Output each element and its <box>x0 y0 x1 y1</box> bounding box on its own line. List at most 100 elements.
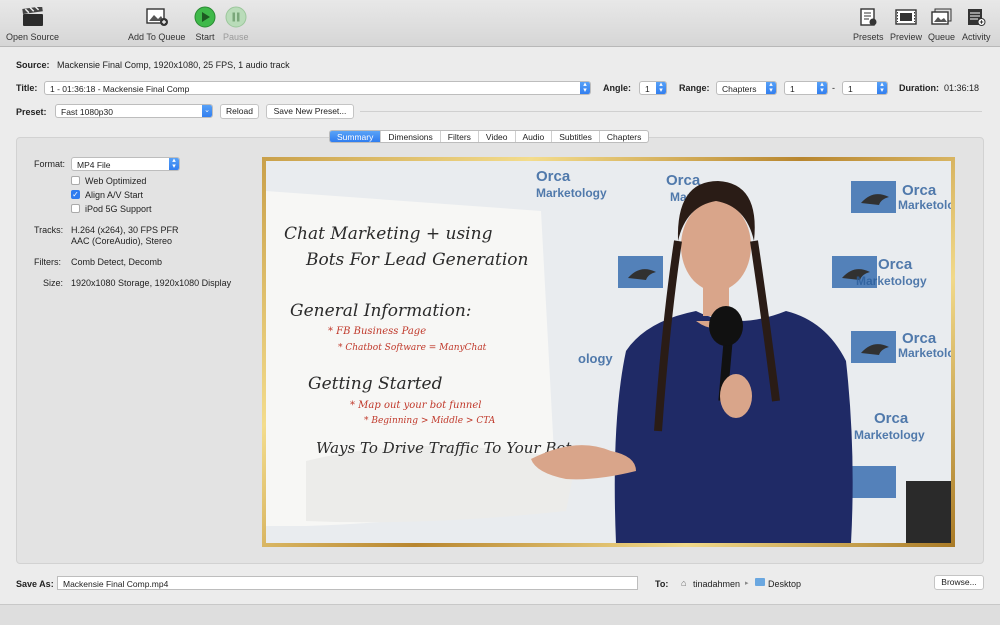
add-photo-icon <box>145 6 169 28</box>
preset-label: Preset: <box>16 107 47 117</box>
chevron-updown-icon: ▴ ▾ <box>877 82 887 94</box>
size-value: 1920x1080 Storage, 1920x1080 Display <box>71 278 232 288</box>
format-select-value: MP4 File <box>77 160 111 170</box>
save-as-value: Mackensie Final Comp.mp4 <box>63 579 169 589</box>
activity-log-icon <box>964 6 988 28</box>
tab-dimensions[interactable]: Dimensions <box>381 131 441 142</box>
pause-icon <box>224 6 248 28</box>
chevron-updown-icon: ▴ ▾ <box>656 82 666 94</box>
align-av-label: Align A/V Start <box>85 190 144 200</box>
activity-label: Activity <box>962 32 991 42</box>
angle-label: Angle: <box>603 83 631 93</box>
presets-button[interactable]: Presets <box>853 6 884 42</box>
to-label: To: <box>655 579 669 589</box>
angle-select[interactable]: 1 ▴ ▾ <box>639 81 667 95</box>
film-icon <box>894 6 918 28</box>
start-button[interactable]: Start <box>193 6 217 42</box>
logo-text: Orca <box>536 168 571 185</box>
filters-label: Filters: <box>34 257 61 267</box>
whiteboard-line: Chat Marketing + using <box>284 224 493 244</box>
preview-label: Preview <box>890 32 923 42</box>
add-to-queue-button[interactable]: Add To Queue <box>128 6 185 42</box>
ipod-support-checkbox[interactable] <box>71 204 80 213</box>
chevron-updown-icon: ▴ ▾ <box>817 82 827 94</box>
whiteboard-line: General Information: <box>290 301 472 321</box>
duration-value: 01:36:18 <box>944 83 980 93</box>
logo-text: Marketology <box>856 274 927 288</box>
logo-text: Marketology <box>898 346 951 360</box>
folder-icon <box>755 578 765 586</box>
size-label: Size: <box>43 278 64 288</box>
tab-filters[interactable]: Filters <box>441 131 479 142</box>
save-new-preset-button[interactable]: Save New Preset... <box>266 104 354 119</box>
logo-text: Marketology <box>854 428 925 442</box>
web-optimized-checkbox[interactable] <box>71 176 80 185</box>
preset-select-value: Fast 1080p30 <box>61 107 113 117</box>
format-select[interactable]: MP4 File ▴ ▾ <box>71 157 180 171</box>
tab-subtitles[interactable]: Subtitles <box>552 131 600 142</box>
pause-label: Pause <box>223 32 249 42</box>
preview-frame[interactable]: Orca Marketology Orca Marketology Orca M… <box>262 157 955 547</box>
logo-text: Orca <box>902 330 937 347</box>
pause-button[interactable]: Pause <box>223 6 249 42</box>
destination-folder[interactable]: Desktop <box>768 579 801 589</box>
logo-text: Marketology <box>536 186 607 200</box>
range-end-value: 1 <box>848 84 853 94</box>
destination-user[interactable]: tinadahmen <box>693 579 740 589</box>
tab-summary[interactable]: Summary <box>330 131 382 142</box>
logo-text: Orca <box>666 172 701 189</box>
duration-label: Duration: <box>899 83 939 93</box>
queue-button[interactable]: Queue <box>928 6 955 42</box>
source-value: Mackensie Final Comp, 1920x1080, 25 FPS,… <box>57 60 290 70</box>
tracks-line1: H.264 (x264), 30 FPS PFR <box>71 225 179 235</box>
video-frame-illustration: Orca Marketology Orca Marketology Orca M… <box>266 161 951 543</box>
open-source-label: Open Source <box>6 32 60 42</box>
queue-icon <box>930 6 954 28</box>
range-start-value: 1 <box>790 84 795 94</box>
tab-video[interactable]: Video <box>479 131 516 142</box>
tracks-line2: AAC (CoreAudio), Stereo <box>71 236 173 246</box>
range-start-select[interactable]: 1 ▴ ▾ <box>784 81 828 95</box>
whiteboard-line: * Chatbot Software = ManyChat <box>338 343 487 353</box>
browse-button[interactable]: Browse... <box>934 575 984 590</box>
range-end-select[interactable]: 1 ▴ ▾ <box>842 81 888 95</box>
logo-text: Orca <box>902 182 937 199</box>
path-separator: ▸ <box>745 580 749 587</box>
range-type-select[interactable]: Chapters ▴ ▾ <box>716 81 777 95</box>
logo-text: Orca <box>874 410 909 427</box>
queue-label: Queue <box>928 32 956 42</box>
open-source-button[interactable]: Open Source <box>6 6 59 42</box>
ipod-support-label: iPod 5G Support <box>85 204 152 214</box>
tab-audio[interactable]: Audio <box>516 131 553 142</box>
source-label: Source: <box>16 60 50 70</box>
filters-value: Comb Detect, Decomb <box>71 257 163 267</box>
separator-line <box>360 111 982 112</box>
activity-button[interactable]: Activity <box>962 6 991 42</box>
range-label: Range: <box>679 83 710 93</box>
add-to-queue-label: Add To Queue <box>128 32 186 42</box>
title-select[interactable]: 1 - 01:36:18 - Mackensie Final Comp ▴ ▾ <box>44 81 591 95</box>
align-av-checkbox[interactable]: ✓ <box>71 190 80 199</box>
whiteboard-line: * Map out your bot funnel <box>350 400 481 411</box>
whiteboard-line: Ways To Drive Traffic To Your Bot <box>316 439 572 457</box>
logo-text: Marketology <box>898 198 951 212</box>
tab-bar: Summary Dimensions Filters Video Audio S… <box>329 130 650 143</box>
home-icon: ⌂ <box>681 578 687 588</box>
status-bar <box>0 604 1000 625</box>
tracks-label: Tracks: <box>34 225 64 235</box>
reload-button[interactable]: Reload <box>220 104 259 119</box>
range-type-value: Chapters <box>722 84 757 94</box>
tab-chapters[interactable]: Chapters <box>600 131 648 142</box>
web-optimized-label: Web Optimized <box>85 176 147 186</box>
whiteboard-line: Bots For Lead Generation <box>305 250 528 270</box>
save-as-field[interactable]: Mackensie Final Comp.mp4 <box>57 576 638 590</box>
chevron-down-icon: ⌄ <box>202 105 212 117</box>
presets-icon <box>856 6 880 28</box>
preset-select[interactable]: Fast 1080p30 ⌄ <box>55 104 213 118</box>
play-icon <box>193 6 217 28</box>
preview-button[interactable]: Preview <box>890 6 922 42</box>
format-label: Format: <box>34 159 66 169</box>
title-select-value: 1 - 01:36:18 - Mackensie Final Comp <box>50 84 190 94</box>
chevron-updown-icon: ▴ ▾ <box>766 82 776 94</box>
presets-label: Presets <box>853 32 884 42</box>
